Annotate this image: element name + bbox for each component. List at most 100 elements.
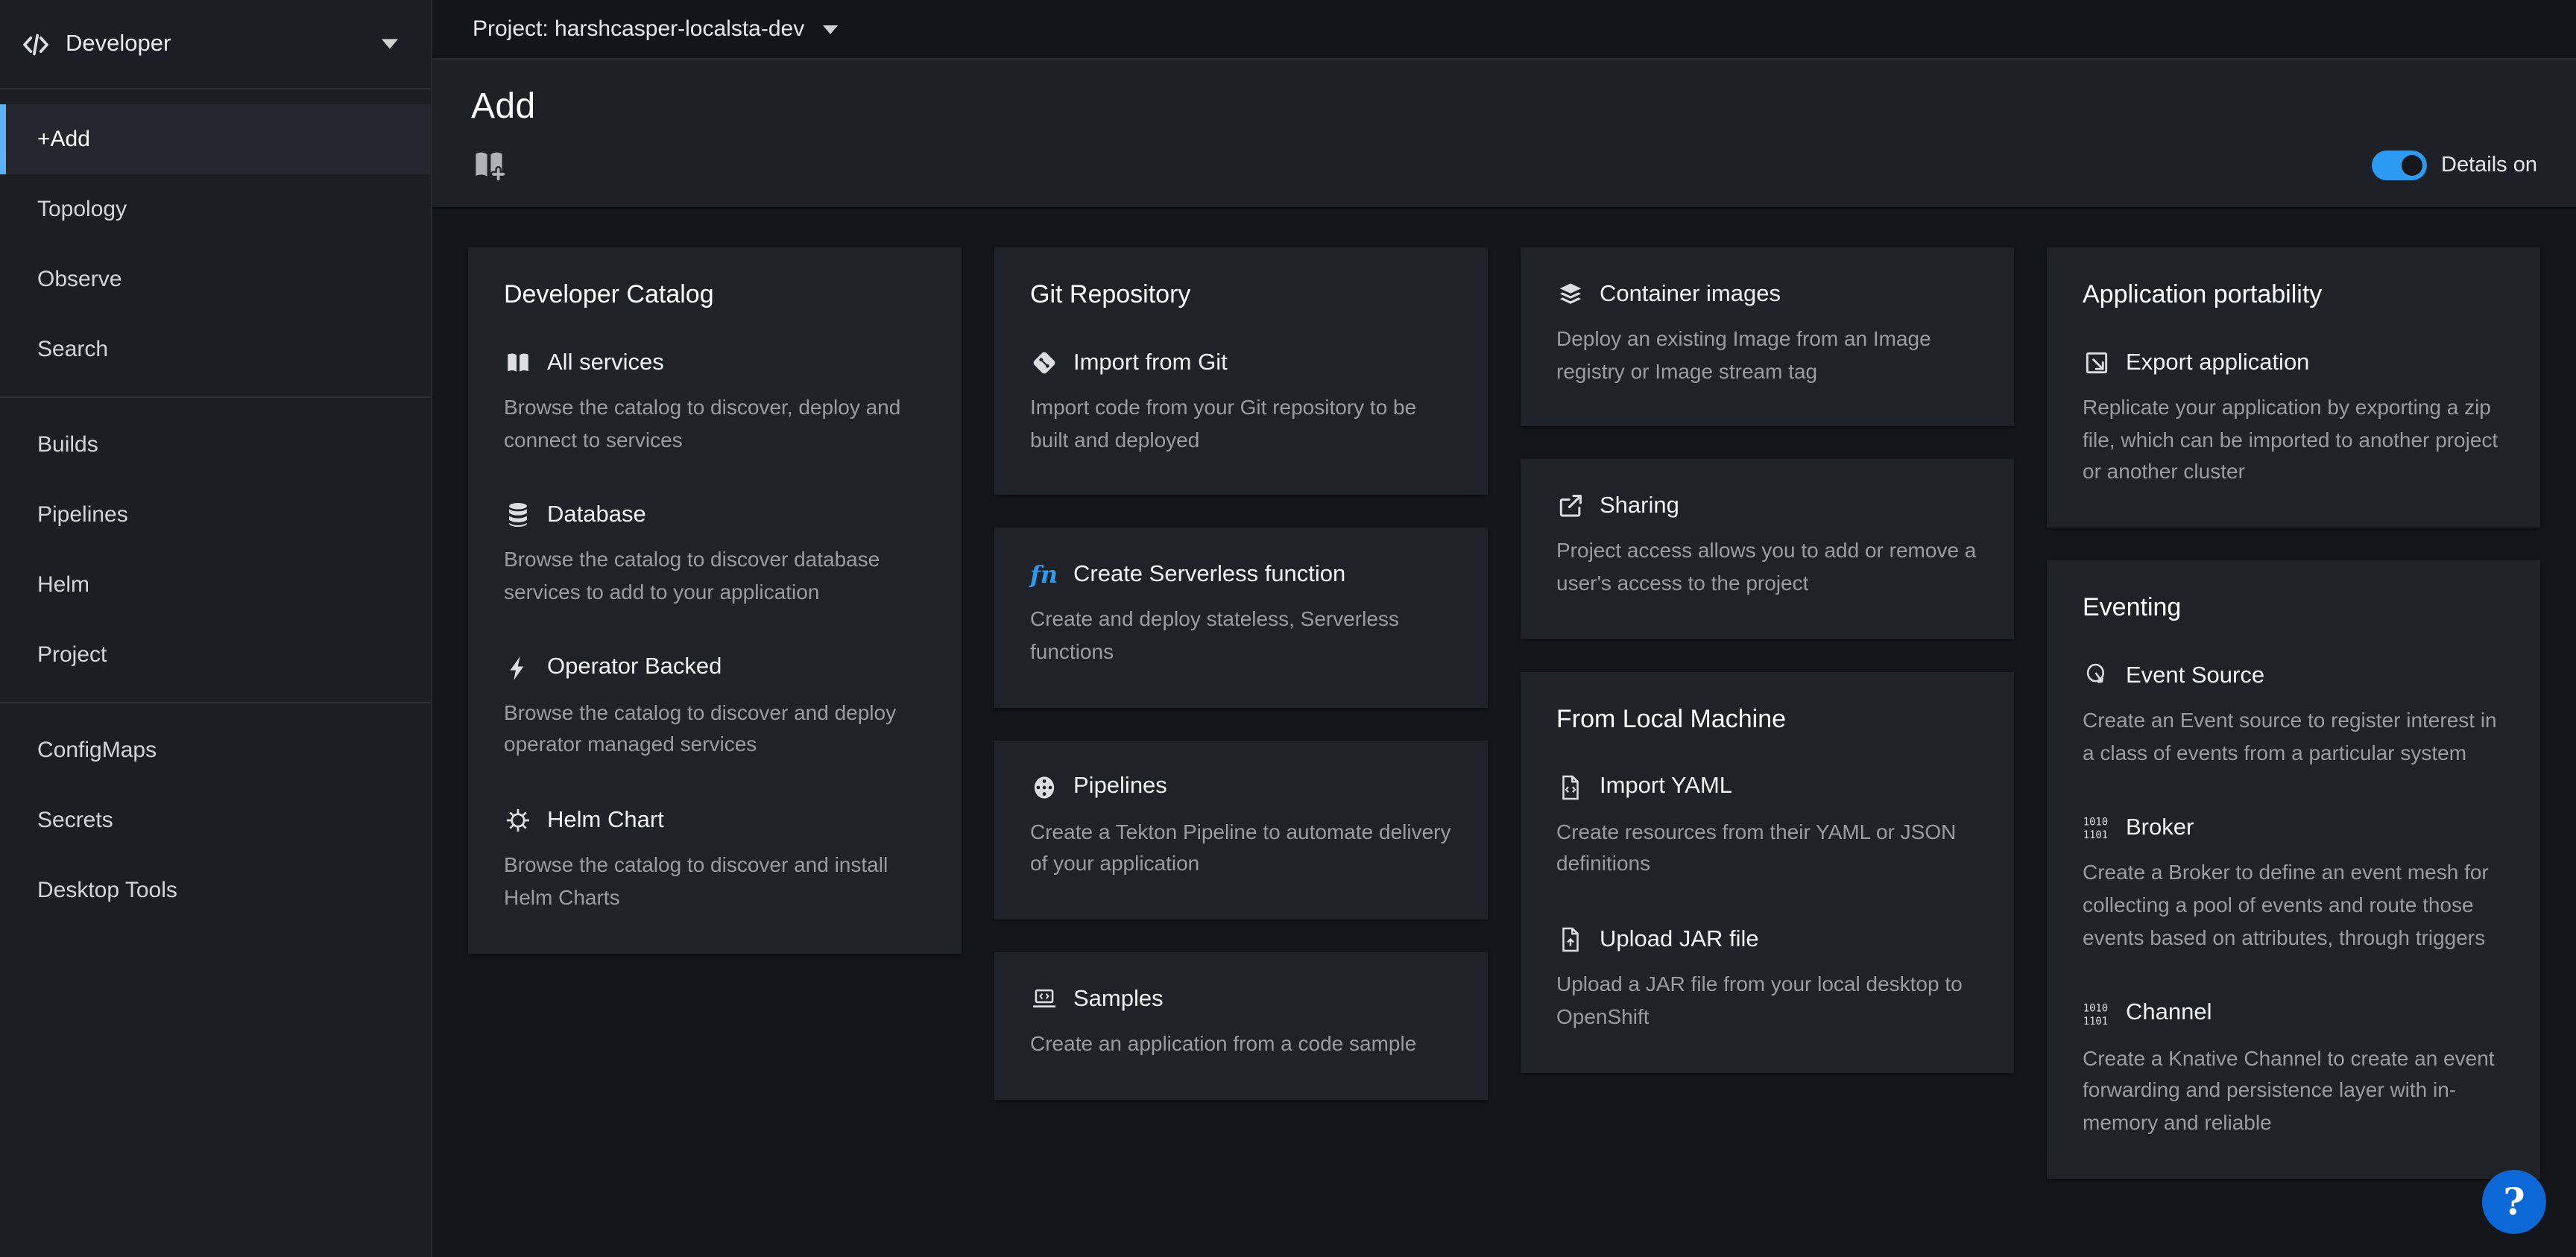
item-title: Operator Backed	[547, 655, 722, 682]
sidebar-item-secrets[interactable]: Secrets	[0, 785, 431, 855]
card-column: Container imagesDeploy an existing Image…	[1521, 247, 2014, 1072]
tekton-icon	[1030, 773, 1058, 802]
svg-text:1010: 1010	[2083, 817, 2108, 829]
project-selector-label: Project: harshcasper-localsta-dev	[473, 16, 804, 42]
event-source-icon	[2083, 662, 2111, 690]
chevron-down-icon	[822, 25, 837, 34]
add-item-all-services[interactable]: All services Browse the catalog to discov…	[504, 349, 926, 457]
share-icon	[1556, 493, 1585, 521]
sidebar-item-builds[interactable]: Builds	[0, 410, 431, 480]
binary-icon: 1010 1101	[2083, 999, 2111, 1028]
add-item-samples[interactable]: SamplesCreate an application from a code…	[1030, 985, 1452, 1060]
item-description: Create an Event source to register inter…	[2083, 705, 2504, 770]
add-item-broker[interactable]: 10101101BrokerCreate a Broker to define …	[2083, 814, 2504, 954]
sidebar-item-helm[interactable]: Helm	[0, 550, 431, 620]
card-eventing: Eventing Event SourceCreate an Event sour…	[2047, 560, 2540, 1178]
add-item-export-application[interactable]: Export applicationReplicate your applica…	[2083, 349, 2504, 489]
item-title: Helm Chart	[547, 807, 664, 834]
item-title: Import YAML	[1600, 774, 1732, 801]
item-head: Export application	[2083, 349, 2504, 377]
add-item-operator-backed[interactable]: Operator Backed Browse the catalog to dis…	[504, 654, 926, 762]
item-title: All services	[547, 349, 664, 376]
card-column: Application portability Export applicatio…	[2047, 247, 2540, 1178]
add-item-create-serverless-function[interactable]: fnCreate Serverless functionCreate and d…	[1030, 561, 1452, 669]
item-head: 10101101Channel	[2083, 999, 2504, 1028]
openshift-console: Developer +AddTopologyObserveSearch Build…	[0, 0, 2576, 1257]
sidebar-item-project[interactable]: Project	[0, 620, 431, 690]
item-head: Sharing	[1556, 493, 1978, 521]
item-title: Upload JAR file	[1600, 926, 1759, 953]
item-head: Operator Backed	[504, 654, 926, 683]
card-developer-catalog: Developer Catalog All services Browse the …	[468, 247, 962, 953]
laptop-code-icon	[1030, 985, 1058, 1013]
add-item-sharing[interactable]: SharingProject access allows you to add …	[1556, 493, 1978, 601]
sidebar-item-topology[interactable]: Topology	[0, 174, 431, 244]
file-code-icon	[1556, 773, 1585, 802]
add-item-import-yaml[interactable]: Import YAML Create resources from their Y…	[1556, 773, 1978, 881]
add-item-database[interactable]: DatabaseBrowse the catalog to discover d…	[504, 501, 926, 609]
page-title: Add	[471, 86, 2537, 128]
sidebar-item-configmaps[interactable]: ConfigMaps	[0, 715, 431, 785]
item-description: Browse the catalog to discover and insta…	[504, 849, 926, 914]
item-head: Helm Chart	[504, 806, 926, 835]
sidebar-item-pipelines[interactable]: Pipelines	[0, 480, 431, 550]
toggle-knob	[2401, 155, 2422, 176]
perspective-switcher[interactable]: Developer	[0, 0, 431, 89]
svg-text:1101: 1101	[2083, 830, 2108, 842]
sidebar-item-search[interactable]: Search	[0, 314, 431, 384]
details-toggle[interactable]	[2371, 151, 2426, 180]
add-item-helm-chart[interactable]: Helm Chart Browse the catalog to discover…	[504, 806, 926, 914]
card-sharing: SharingProject access allows you to add …	[1521, 460, 2014, 639]
chevron-down-icon	[382, 39, 398, 49]
project-selector[interactable]: Project: harshcasper-localsta-dev	[432, 0, 2576, 60]
page-header: Add Details on	[432, 60, 2576, 209]
add-item-channel[interactable]: 10101101ChannelCreate a Knative Channel …	[2083, 999, 2504, 1139]
item-title: Import from Git	[1073, 349, 1228, 376]
sidebar-item-desktop-tools[interactable]: Desktop Tools	[0, 855, 431, 925]
helm-icon	[504, 806, 532, 835]
svg-text:1101: 1101	[2083, 1015, 2108, 1027]
item-description: Browse the catalog to discover, deploy a…	[504, 392, 926, 457]
add-item-upload-jar-file[interactable]: Upload JAR file Upload a JAR file from yo…	[1556, 925, 1978, 1033]
card-title: Eventing	[2083, 593, 2504, 623]
page-header-row: Details on	[471, 148, 2537, 183]
item-head: Pipelines	[1030, 773, 1452, 802]
item-head: All services	[504, 349, 926, 377]
svg-text:1010: 1010	[2083, 1001, 2108, 1013]
card-git-repository: Git RepositoryImport from GitImport code…	[994, 247, 1488, 495]
item-title: Create Serverless function	[1073, 562, 1345, 589]
item-description: Import code from your Git repository to …	[1030, 392, 1452, 457]
item-description: Browse the catalog to discover database …	[504, 545, 926, 609]
binary-icon: 10101101	[2083, 814, 2111, 843]
sidebar-item-observe[interactable]: Observe	[0, 244, 431, 314]
open-book-icon	[504, 349, 532, 377]
item-description: Deploy an existing Image from an Image r…	[1556, 323, 1978, 388]
item-description: Create resources from their YAML or JSON…	[1556, 817, 1978, 881]
sidebar-item-add[interactable]: +Add	[0, 104, 431, 174]
card-title: Developer Catalog	[504, 280, 926, 310]
card-samples: SamplesCreate an application from a code…	[994, 952, 1488, 1099]
add-item-pipelines[interactable]: PipelinesCreate a Tekton Pipeline to aut…	[1030, 773, 1452, 881]
nav-section: +AddTopologyObserveSearch	[0, 92, 431, 396]
card-application-portability: Application portability Export applicatio…	[2047, 247, 2540, 528]
card-from-local-machine: From Local Machine Import YAML Create reso…	[1521, 672, 2014, 1073]
bolt-icon	[504, 654, 532, 683]
add-item-container-images[interactable]: Container imagesDeploy an existing Image…	[1556, 280, 1978, 388]
help-button[interactable]: ?	[2482, 1169, 2546, 1233]
item-head: Import from Git	[1030, 349, 1452, 377]
main-area: Project: harshcasper-localsta-dev Add De…	[432, 0, 2576, 1257]
add-item-import-from-git[interactable]: Import from Git Import code from your Git…	[1030, 349, 1452, 457]
item-description: Create a Knative Channel to create an ev…	[2083, 1042, 2504, 1139]
item-head: Samples	[1030, 985, 1452, 1013]
item-head: Import YAML	[1556, 773, 1978, 802]
card-title: Application portability	[2083, 280, 2504, 310]
card-column: Git RepositoryImport from GitImport code…	[994, 247, 1488, 1100]
bookmark-book-plus-icon[interactable]	[471, 148, 507, 183]
database-icon	[504, 501, 532, 530]
item-description: Upload a JAR file from your local deskto…	[1556, 969, 1978, 1033]
item-description: Browse the catalog to discover and deplo…	[504, 697, 926, 762]
item-head: Upload JAR file	[1556, 925, 1978, 954]
card-title: From Local Machine	[1556, 705, 1978, 735]
add-item-event-source[interactable]: Event SourceCreate an Event source to re…	[2083, 662, 2504, 770]
item-title: Sharing	[1600, 493, 1679, 520]
